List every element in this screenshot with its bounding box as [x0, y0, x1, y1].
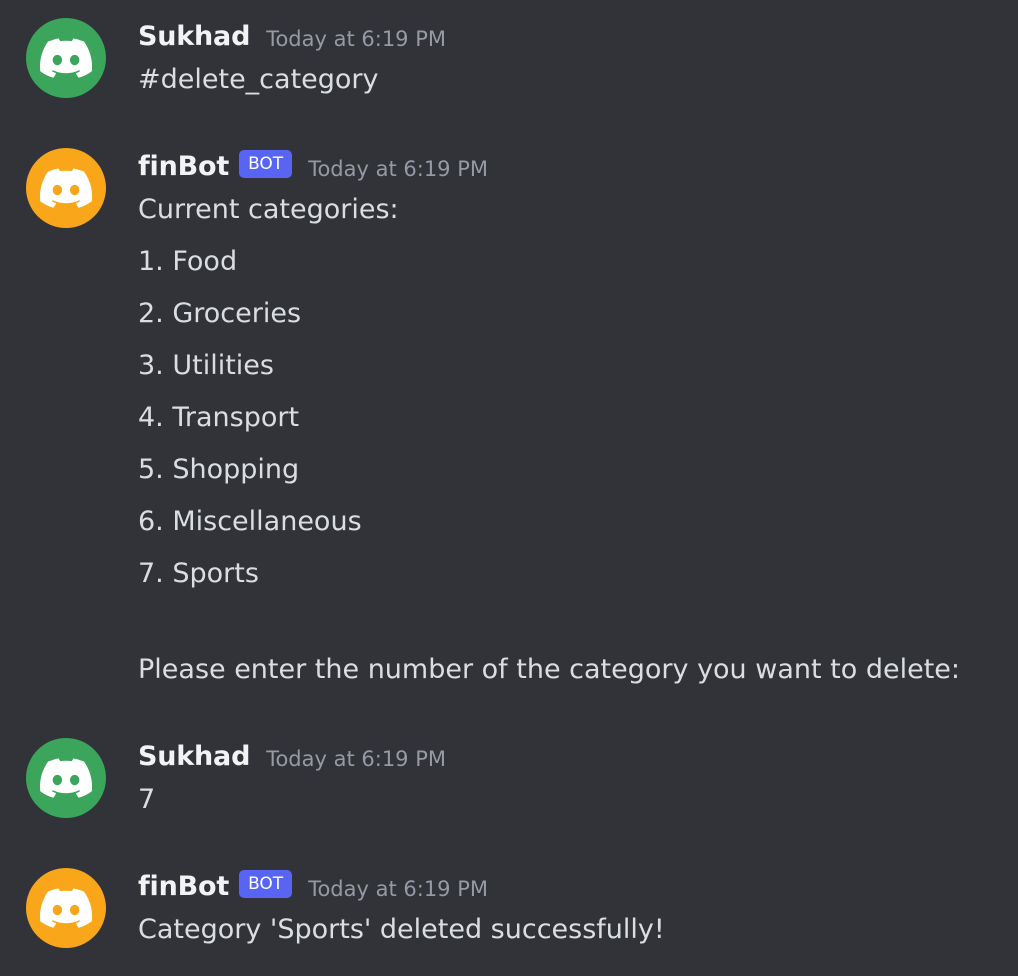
avatar[interactable] — [26, 148, 106, 228]
message-header: Sukhad Today at 6:19 PM — [138, 738, 446, 774]
message: Sukhad Today at 6:19 PM 7 — [0, 738, 1018, 822]
avatar[interactable] — [26, 868, 106, 948]
category-list-item: 6. Miscellaneous — [138, 506, 362, 537]
discord-logo-icon — [40, 168, 92, 208]
category-list-item: 2. Groceries — [138, 298, 302, 329]
category-list-item: 4. Transport — [138, 402, 300, 433]
discord-logo-icon — [40, 758, 92, 798]
message: finBot BOT Today at 6:19 PM Category 'Sp… — [0, 868, 1018, 952]
category-list-item: 5. Shopping — [138, 454, 300, 485]
discord-logo-icon — [40, 38, 92, 78]
timestamp[interactable]: Today at 6:19 PM — [266, 27, 446, 51]
username[interactable]: Sukhad — [138, 21, 250, 52]
message-text: #delete_category — [138, 64, 379, 95]
message-text: Current categories: — [138, 194, 399, 225]
category-list-item: 7. Sports — [138, 558, 259, 589]
bot-tag: BOT — [239, 150, 293, 178]
message-header: finBot BOT Today at 6:19 PM — [138, 148, 488, 184]
timestamp[interactable]: Today at 6:19 PM — [308, 157, 488, 181]
message-text: 7 — [138, 784, 156, 815]
discord-logo-icon — [40, 888, 92, 928]
message: finBot BOT Today at 6:19 PM Current cate… — [0, 148, 1018, 693]
username[interactable]: finBot — [138, 151, 229, 182]
bot-tag: BOT — [239, 870, 293, 898]
chat-messages: Sukhad Today at 6:19 PM #delete_category… — [0, 0, 1018, 976]
username[interactable]: finBot — [138, 871, 229, 902]
message-text: Please enter the number of the category … — [138, 654, 961, 685]
timestamp[interactable]: Today at 6:19 PM — [266, 747, 446, 771]
avatar[interactable] — [26, 738, 106, 818]
message-header: Sukhad Today at 6:19 PM — [138, 18, 446, 54]
avatar[interactable] — [26, 18, 106, 98]
message-header: finBot BOT Today at 6:19 PM — [138, 868, 488, 904]
category-list-item: 3. Utilities — [138, 350, 274, 381]
username[interactable]: Sukhad — [138, 741, 250, 772]
category-list-item: 1. Food — [138, 246, 238, 277]
timestamp[interactable]: Today at 6:19 PM — [308, 877, 488, 901]
message-text: Category 'Sports' deleted successfully! — [138, 914, 665, 945]
message: Sukhad Today at 6:19 PM #delete_category — [0, 18, 1018, 102]
